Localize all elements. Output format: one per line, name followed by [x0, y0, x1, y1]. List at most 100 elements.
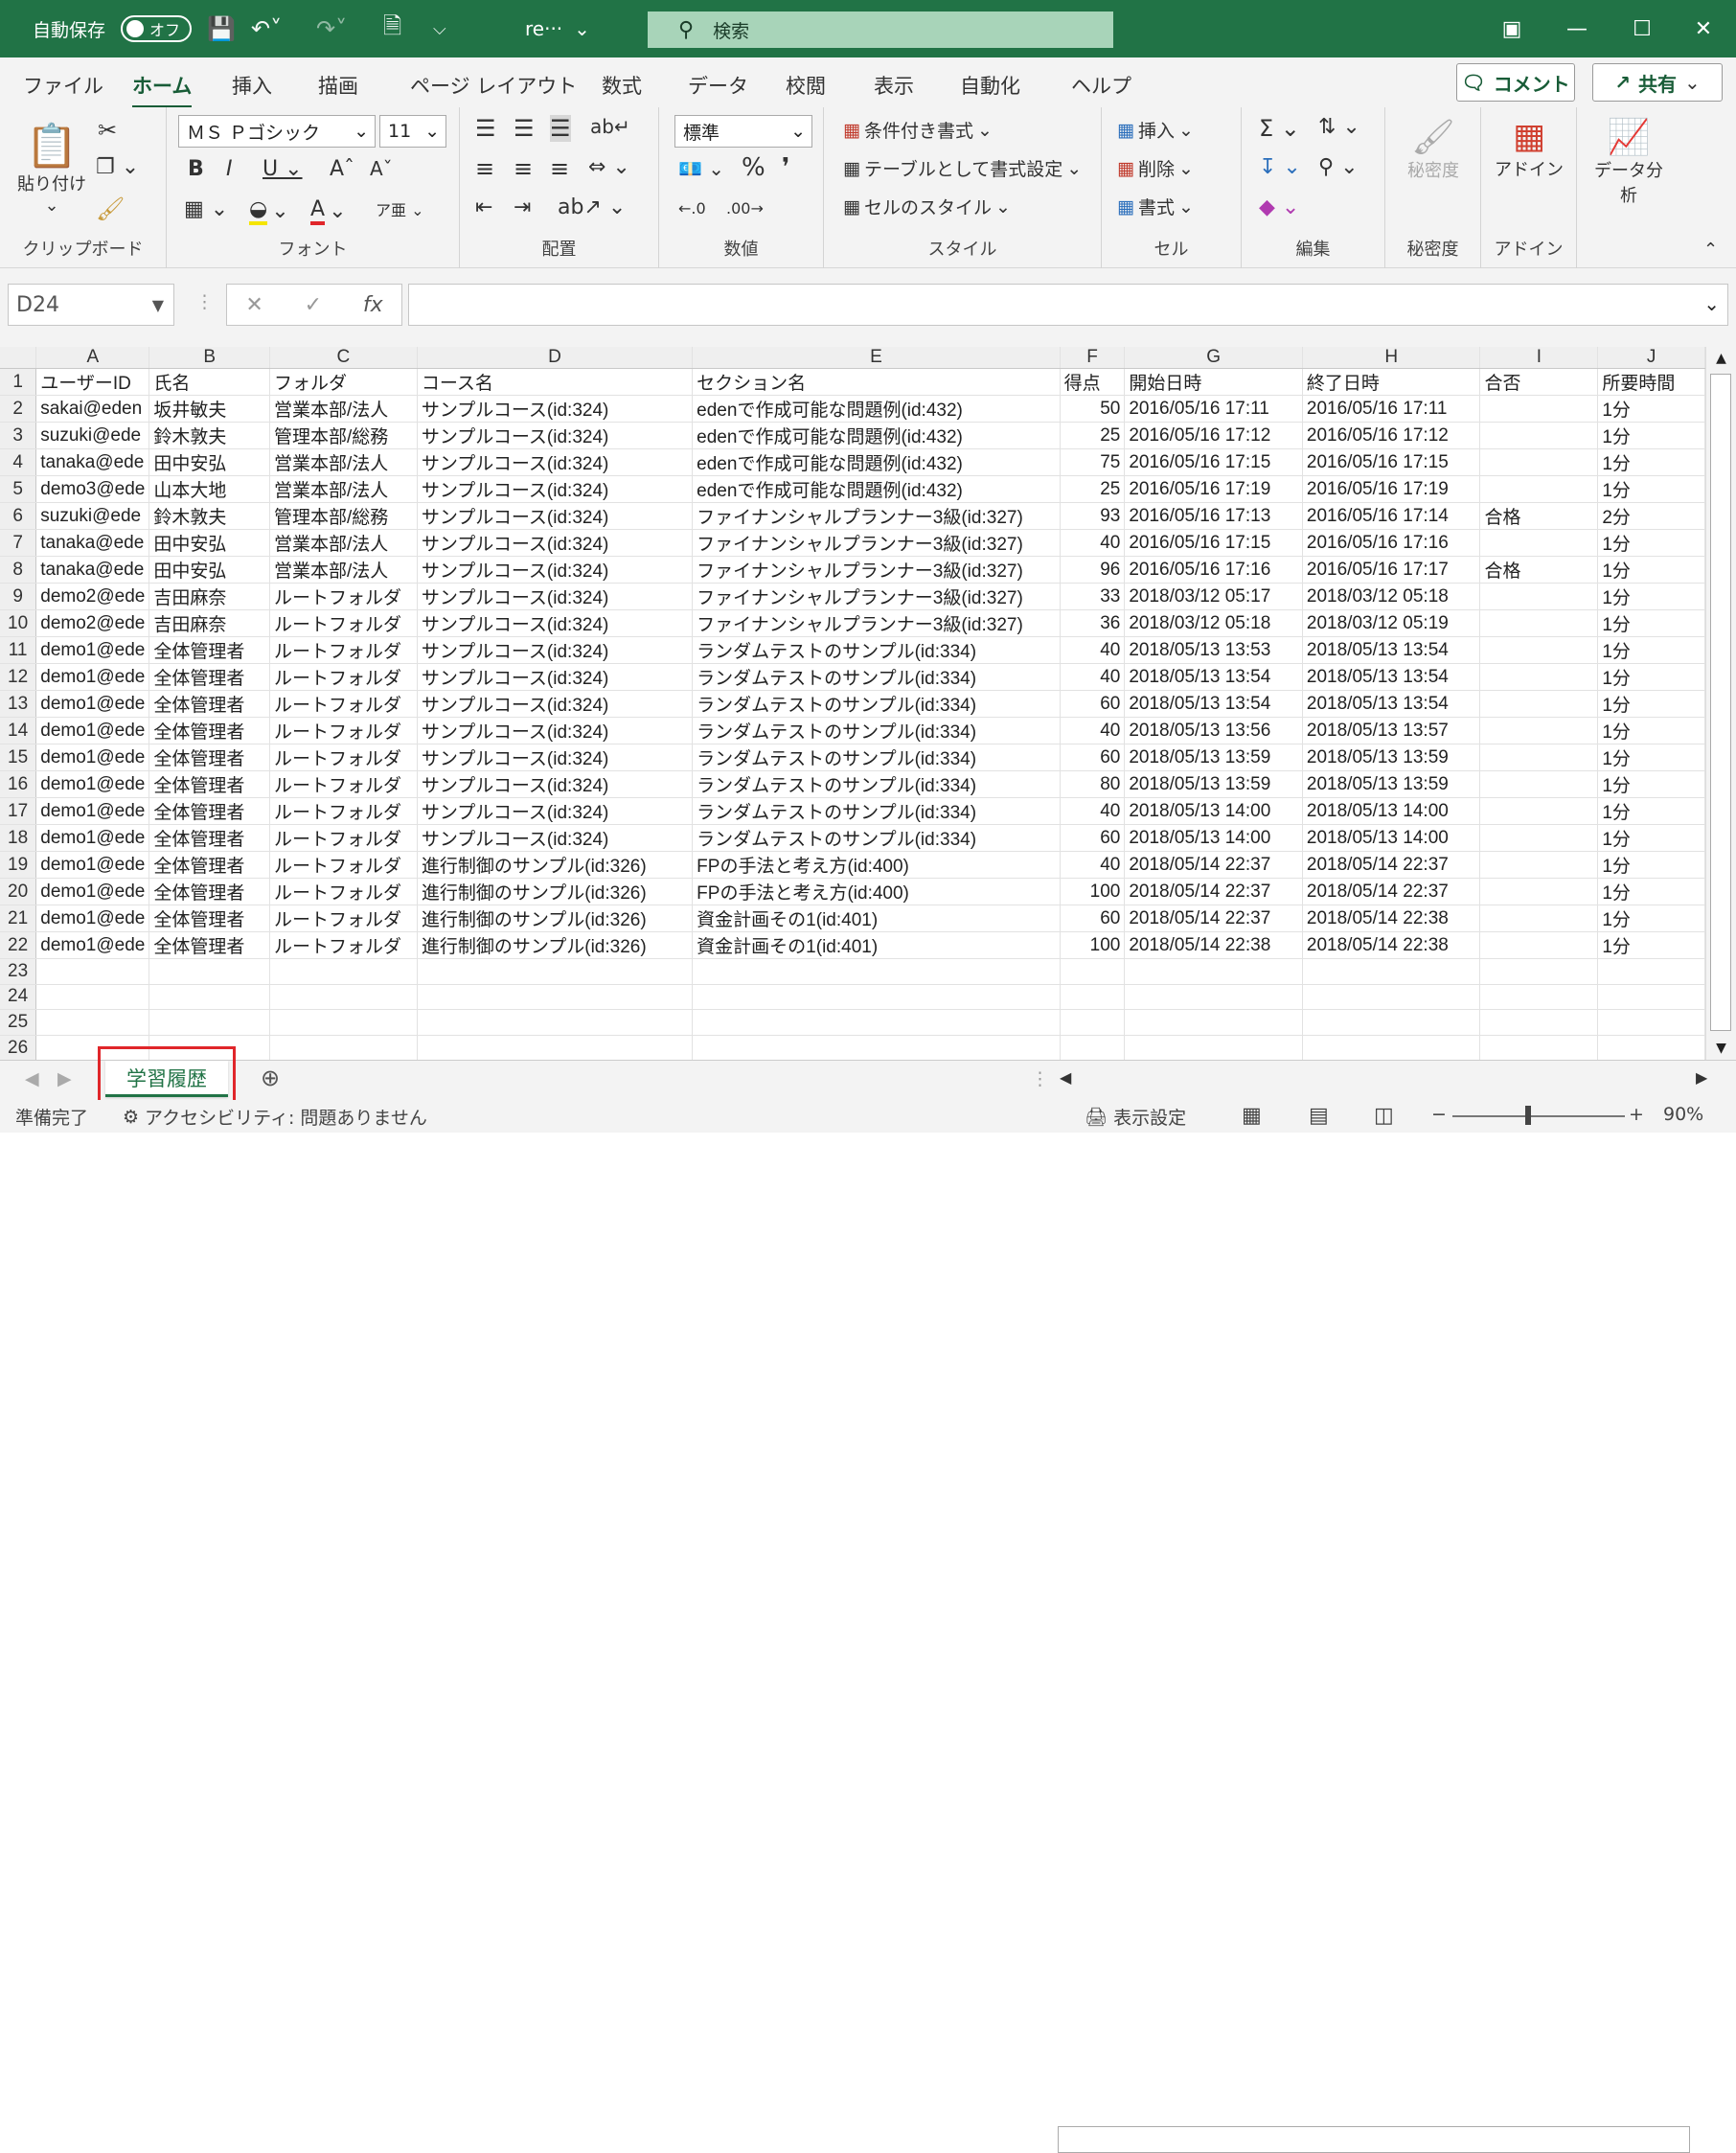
italic-icon[interactable]: I: [226, 157, 233, 181]
row-header[interactable]: 3: [0, 422, 37, 449]
font-size-select[interactable]: 11 ⌄: [379, 115, 446, 148]
cell[interactable]: ルートフォルダ: [269, 717, 418, 744]
cell[interactable]: demo1@ede: [35, 905, 150, 932]
cell[interactable]: demo1@ede: [35, 770, 150, 798]
cell[interactable]: 40: [1060, 851, 1126, 879]
tab-draw[interactable]: 描画: [318, 71, 358, 100]
cell[interactable]: 1分: [1597, 878, 1705, 905]
cell[interactable]: demo1@ede: [35, 824, 150, 852]
cell[interactable]: 36: [1060, 609, 1126, 637]
cell[interactable]: 全体管理者: [148, 797, 271, 825]
cell[interactable]: [1479, 770, 1599, 798]
zoom-level[interactable]: 90%: [1663, 1104, 1703, 1125]
row-header[interactable]: 8: [0, 556, 37, 584]
cell[interactable]: [1479, 663, 1599, 691]
format-as-table-button[interactable]: ▦ テーブルとして書式設定 ⌄: [843, 155, 1082, 181]
scroll-left-icon[interactable]: ◀: [1060, 1068, 1071, 1087]
ribbon-display-icon[interactable]: ▣: [1479, 0, 1544, 57]
cell[interactable]: 60: [1060, 905, 1126, 932]
tab-data[interactable]: データ: [688, 71, 748, 100]
cell[interactable]: [1124, 1009, 1303, 1036]
cell[interactable]: [1479, 529, 1599, 557]
cell[interactable]: [692, 958, 1061, 985]
cell[interactable]: ルートフォルダ: [269, 744, 418, 771]
cell[interactable]: 60: [1060, 744, 1126, 771]
row-header[interactable]: 11: [0, 636, 37, 664]
cell[interactable]: [1060, 1035, 1126, 1060]
cell[interactable]: サンプルコース(id:324): [417, 556, 694, 584]
cell[interactable]: ユーザーID: [35, 368, 150, 396]
cell[interactable]: サンプルコース(id:324): [417, 744, 694, 771]
cell[interactable]: サンプルコース(id:324): [417, 824, 694, 852]
page-break-view-icon[interactable]: ◫: [1374, 1104, 1394, 1128]
cell[interactable]: [1597, 1009, 1705, 1036]
cell[interactable]: 合否: [1479, 368, 1599, 396]
cell[interactable]: [148, 984, 271, 1011]
cell[interactable]: [1060, 1009, 1126, 1036]
cell[interactable]: サンプルコース(id:324): [417, 448, 694, 476]
cell[interactable]: 得点: [1060, 368, 1126, 396]
cell[interactable]: [35, 984, 150, 1011]
display-settings-button[interactable]: 🖨 表示設定: [1085, 1104, 1186, 1130]
tab-home[interactable]: ホーム: [132, 71, 193, 108]
row-header[interactable]: 19: [0, 851, 37, 879]
cell[interactable]: [1479, 878, 1599, 905]
cell[interactable]: [1479, 717, 1599, 744]
cell[interactable]: サンプルコース(id:324): [417, 395, 694, 423]
cell[interactable]: 2016/05/16 17:19: [1124, 475, 1303, 503]
column-header[interactable]: A: [35, 347, 150, 369]
cell[interactable]: 進行制御のサンプル(id:326): [417, 905, 694, 932]
column-header[interactable]: G: [1124, 347, 1303, 369]
cell[interactable]: ランダムテストのサンプル(id:334): [692, 717, 1061, 744]
zoom-slider-thumb[interactable]: [1525, 1106, 1531, 1125]
undo-icon[interactable]: ↶˅: [251, 0, 282, 57]
cell[interactable]: suzuki@ede: [35, 422, 150, 449]
column-header[interactable]: B: [148, 347, 271, 369]
cell[interactable]: 田中安弘: [148, 448, 271, 476]
decrease-decimal-icon[interactable]: .00→: [726, 199, 764, 218]
cell[interactable]: 2018/05/13 14:00: [1302, 824, 1481, 852]
cell[interactable]: 2016/05/16 17:17: [1302, 556, 1481, 584]
cell[interactable]: 1分: [1597, 663, 1705, 691]
cell[interactable]: [1124, 1035, 1303, 1060]
scroll-down-icon[interactable]: ▼: [1706, 1041, 1736, 1056]
cell[interactable]: 坂井敏夫: [148, 395, 271, 423]
cell[interactable]: 1分: [1597, 744, 1705, 771]
conditional-formatting-button[interactable]: ▦ 条件付き書式 ⌄: [843, 117, 993, 143]
cell[interactable]: 40: [1060, 663, 1126, 691]
bold-icon[interactable]: B: [188, 157, 204, 181]
tab-splitter-icon[interactable]: ⋮: [1031, 1068, 1049, 1089]
increase-font-icon[interactable]: Aˆ: [330, 157, 354, 181]
format-cells-button[interactable]: ▦ 書式 ⌄: [1117, 194, 1194, 219]
cell[interactable]: [1479, 744, 1599, 771]
cell[interactable]: フォルダ: [269, 368, 418, 396]
row-header[interactable]: 26: [0, 1035, 37, 1060]
formula-input[interactable]: ⌄: [408, 284, 1728, 326]
clear-icon[interactable]: ◆ ⌄: [1259, 195, 1299, 219]
cell[interactable]: 1分: [1597, 609, 1705, 637]
cell[interactable]: 2018/05/13 14:00: [1302, 797, 1481, 825]
cell[interactable]: 2分: [1597, 502, 1705, 530]
cell[interactable]: ランダムテストのサンプル(id:334): [692, 797, 1061, 825]
cell[interactable]: [269, 1009, 418, 1036]
cell[interactable]: 資金計画その1(id:401): [692, 905, 1061, 932]
cell[interactable]: 吉田麻奈: [148, 609, 271, 637]
cell[interactable]: [1060, 984, 1126, 1011]
cell[interactable]: ランダムテストのサンプル(id:334): [692, 824, 1061, 852]
find-select-icon[interactable]: ⚲ ⌄: [1318, 155, 1359, 179]
cell[interactable]: [1124, 984, 1303, 1011]
cell[interactable]: 2018/05/14 22:37: [1302, 878, 1481, 905]
row-header[interactable]: 9: [0, 583, 37, 610]
cell[interactable]: [35, 1009, 150, 1036]
cell[interactable]: [1479, 797, 1599, 825]
cell[interactable]: 60: [1060, 690, 1126, 718]
tab-automate[interactable]: 自動化: [960, 71, 1020, 100]
paste-button[interactable]: 📋 貼り付け ⌄: [13, 121, 90, 216]
align-top-icon[interactable]: ☰: [475, 115, 496, 142]
cell[interactable]: 40: [1060, 717, 1126, 744]
cell[interactable]: 全体管理者: [148, 905, 271, 932]
cell[interactable]: 全体管理者: [148, 851, 271, 879]
cell[interactable]: 2018/05/13 13:59: [1302, 744, 1481, 771]
cell[interactable]: edenで作成可能な問題例(id:432): [692, 475, 1061, 503]
cell[interactable]: tanaka@ede: [35, 556, 150, 584]
